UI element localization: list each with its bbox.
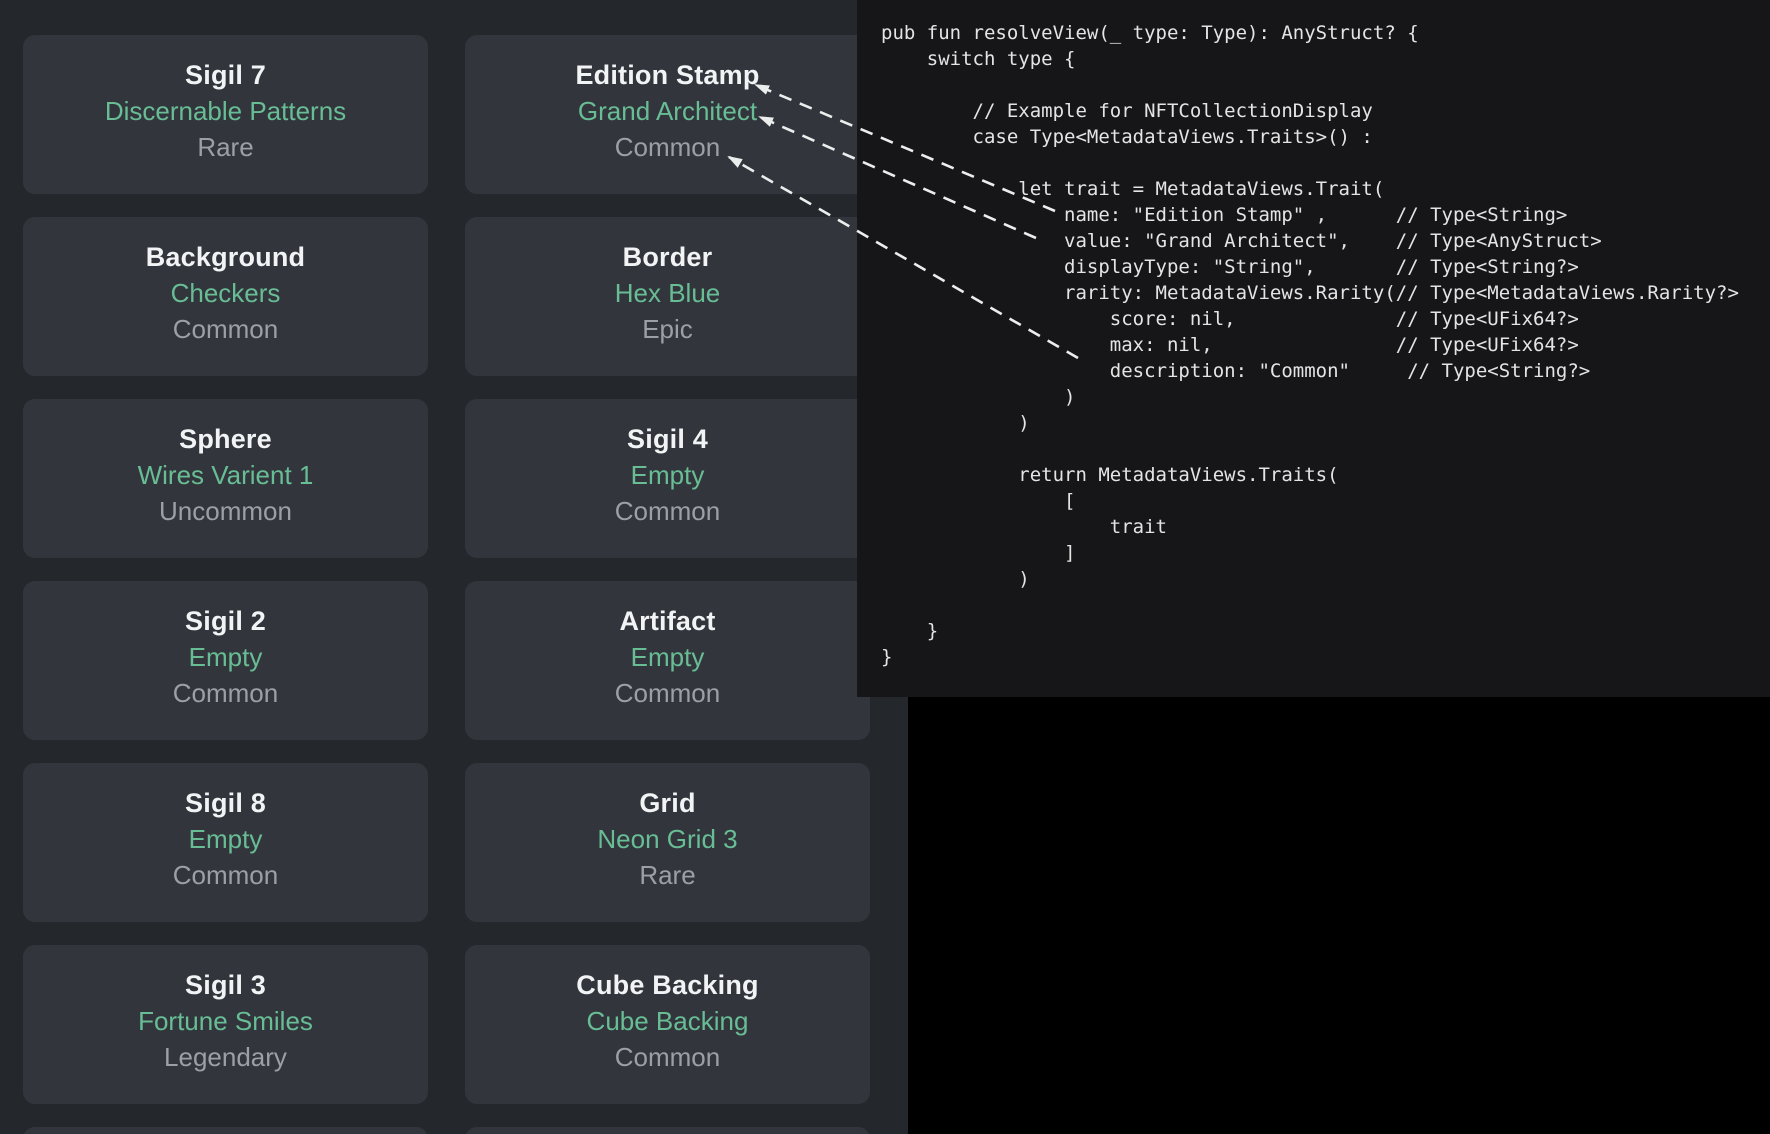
trait-rarity: Rare bbox=[197, 129, 253, 165]
trait-name: Sigil 8 bbox=[185, 787, 266, 821]
trait-value: Empty bbox=[189, 821, 263, 857]
trait-card: BorderHex BlueEpic bbox=[465, 217, 870, 376]
trait-card: Edition StampGrand ArchitectCommon bbox=[465, 35, 870, 194]
trait-rarity: Common bbox=[615, 129, 720, 165]
trait-rarity: Common bbox=[615, 1039, 720, 1075]
trait-name: Grid bbox=[639, 787, 695, 821]
trait-rarity: Common bbox=[173, 311, 278, 347]
trait-value: Checkers bbox=[171, 275, 281, 311]
trait-rarity: Rare bbox=[639, 857, 695, 893]
trait-name: Cube Backing bbox=[576, 969, 758, 1003]
trait-card: Sigil 4EmptyCommon bbox=[465, 399, 870, 558]
screenshot-canvas: Sigil 7Discernable PatternsRareEdition S… bbox=[0, 0, 1770, 1134]
trait-card: GridNeon Grid 3Rare bbox=[465, 763, 870, 922]
trait-card: Sigil 7Discernable PatternsRare bbox=[23, 35, 428, 194]
trait-value: Cube Backing bbox=[587, 1003, 749, 1039]
traits-grid: Sigil 7Discernable PatternsRareEdition S… bbox=[23, 35, 870, 1134]
trait-card-partial bbox=[23, 1127, 428, 1134]
trait-rarity: Common bbox=[173, 857, 278, 893]
code-panel: pub fun resolveView(_ type: Type): AnySt… bbox=[857, 0, 1770, 697]
trait-name: Edition Stamp bbox=[575, 59, 759, 93]
trait-rarity: Common bbox=[615, 493, 720, 529]
trait-card: BackgroundCheckersCommon bbox=[23, 217, 428, 376]
trait-name: Border bbox=[623, 241, 713, 275]
trait-name: Sigil 4 bbox=[627, 423, 708, 457]
trait-name: Sigil 3 bbox=[185, 969, 266, 1003]
trait-value: Grand Architect bbox=[578, 93, 757, 129]
trait-name: Sigil 7 bbox=[185, 59, 266, 93]
trait-value: Empty bbox=[189, 639, 263, 675]
trait-card: Sigil 8EmptyCommon bbox=[23, 763, 428, 922]
traits-page[interactable]: Sigil 7Discernable PatternsRareEdition S… bbox=[0, 0, 908, 1134]
trait-card: ArtifactEmptyCommon bbox=[465, 581, 870, 740]
trait-rarity: Legendary bbox=[164, 1039, 287, 1075]
trait-value: Neon Grid 3 bbox=[597, 821, 737, 857]
trait-name: Sphere bbox=[179, 423, 272, 457]
trait-card-partial bbox=[465, 1127, 870, 1134]
trait-name: Artifact bbox=[619, 605, 715, 639]
trait-rarity: Uncommon bbox=[159, 493, 292, 529]
trait-name: Background bbox=[146, 241, 306, 275]
trait-card: Sigil 2EmptyCommon bbox=[23, 581, 428, 740]
trait-rarity: Common bbox=[173, 675, 278, 711]
trait-rarity: Epic bbox=[642, 311, 693, 347]
trait-value: Empty bbox=[631, 457, 705, 493]
trait-value: Empty bbox=[631, 639, 705, 675]
trait-card: Cube BackingCube BackingCommon bbox=[465, 945, 870, 1104]
trait-rarity: Common bbox=[615, 675, 720, 711]
trait-card: Sigil 3Fortune SmilesLegendary bbox=[23, 945, 428, 1104]
trait-value: Wires Varient 1 bbox=[138, 457, 314, 493]
trait-value: Hex Blue bbox=[615, 275, 721, 311]
trait-value: Fortune Smiles bbox=[138, 1003, 313, 1039]
trait-card: SphereWires Varient 1Uncommon bbox=[23, 399, 428, 558]
code-text: pub fun resolveView(_ type: Type): AnySt… bbox=[857, 0, 1770, 670]
trait-name: Sigil 2 bbox=[185, 605, 266, 639]
trait-value: Discernable Patterns bbox=[105, 93, 346, 129]
